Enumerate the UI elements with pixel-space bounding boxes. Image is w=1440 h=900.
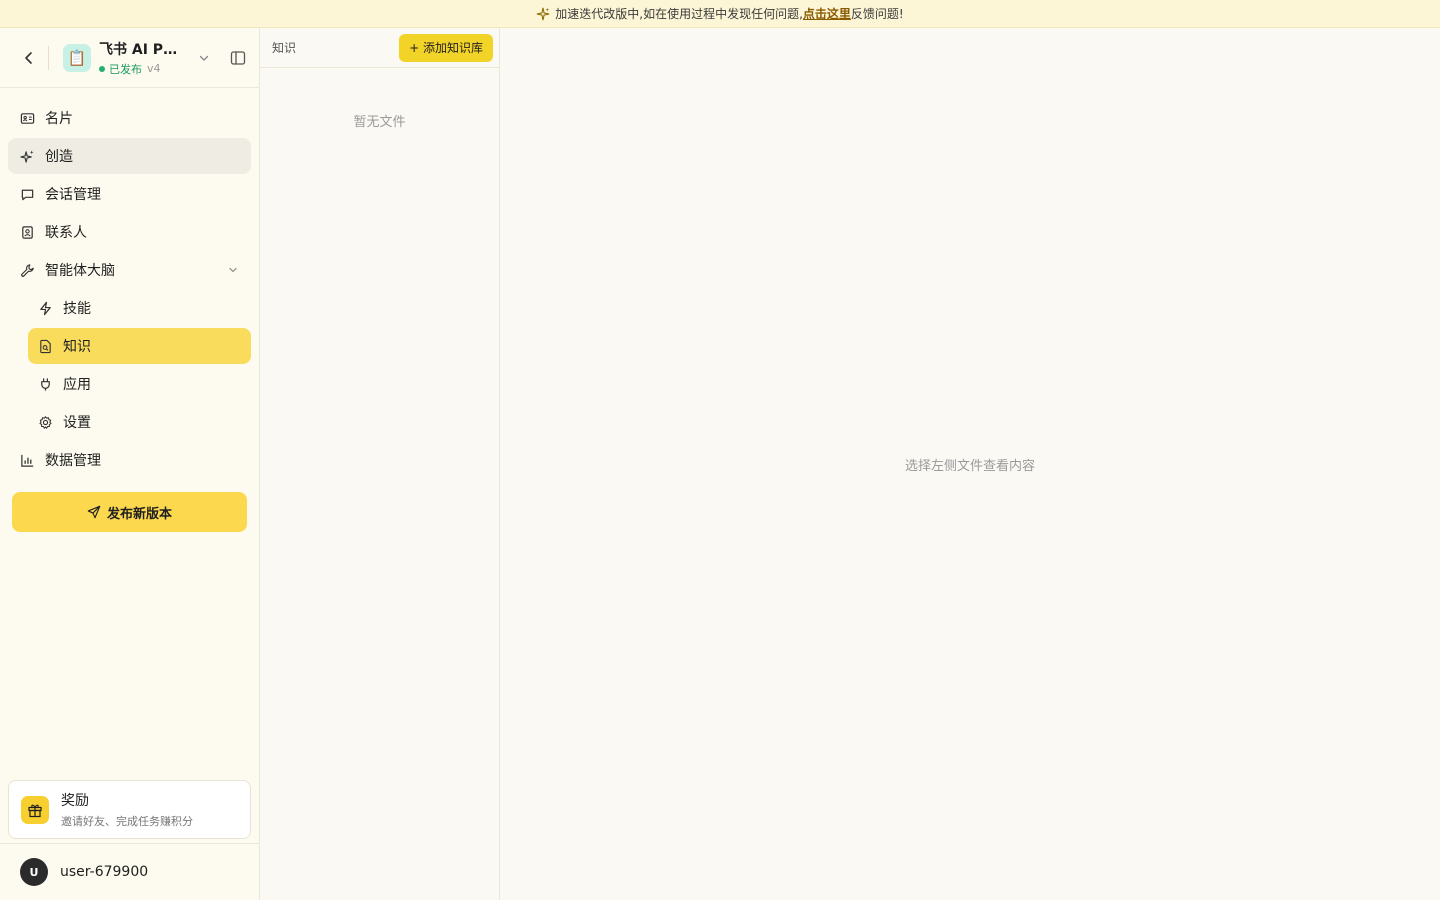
sidebar-item-label: 会话管理 [45, 187, 101, 203]
sidebar-item-label: 数据管理 [45, 453, 101, 469]
back-button[interactable] [16, 45, 42, 71]
sidebar-item-contacts[interactable]: 联系人 [8, 214, 251, 250]
sidebar-nav: 名片 创造 会话管理 联系人 智能体大脑 技能 知识 应用 设置 数据管理 发布… [0, 88, 259, 532]
sidebar-header: 📋 飞书 AI PM... 已发布 v4 [0, 28, 259, 88]
sidebar-item-label: 联系人 [45, 225, 87, 241]
id-card-icon [20, 112, 35, 124]
agent-avatar[interactable]: 📋 [63, 43, 91, 72]
version-text: v4 [147, 62, 161, 75]
reward-subtitle: 邀请好友、完成任务赚积分 [61, 815, 193, 828]
plug-icon [41, 377, 50, 391]
add-knowledge-button[interactable]: + 添加知识库 [399, 33, 493, 62]
agent-name: 飞书 AI PM... [99, 41, 187, 58]
top-banner: 加速迭代改版中,如在使用过程中发现任何问题, 点击这里 反馈问题! [0, 0, 1440, 28]
header-divider [48, 45, 49, 70]
file-search-icon [40, 339, 51, 353]
banner-text-before: 加速迭代改版中,如在使用过程中发现任何问题, [555, 7, 803, 21]
gift-icon [21, 795, 49, 824]
sidebar-item-label: 技能 [63, 301, 91, 317]
sidebar-item-label: 知识 [63, 339, 91, 355]
wrench-icon [21, 263, 34, 277]
sidebar-item-label: 智能体大脑 [45, 263, 115, 279]
chat-bubble-icon [21, 189, 34, 200]
user-name: user-679900 [60, 864, 149, 880]
reward-title: 奖励 [61, 793, 89, 809]
reward-card[interactable]: 奖励 邀请好友、完成任务赚积分 [8, 780, 251, 839]
user-profile[interactable]: U user-679900 [0, 843, 259, 900]
knowledge-panel: 知识 + 添加知识库 暂无文件 [260, 28, 500, 900]
avatar: U [20, 858, 48, 886]
sidebar-item-card[interactable]: 名片 [8, 100, 251, 136]
sidebar-item-create[interactable]: 创造 [8, 138, 251, 174]
bar-chart-icon [21, 454, 34, 467]
sidebar-item-settings[interactable]: 设置 [28, 404, 251, 440]
publish-button-label: 发布新版本 [106, 506, 172, 522]
sparkles-icon [20, 149, 34, 163]
content-viewer: 选择左侧文件查看内容 [500, 28, 1440, 900]
status-dot [99, 65, 105, 72]
gear-icon [39, 415, 52, 429]
sidebar-item-label: 创造 [45, 149, 73, 165]
sidebar-item-data[interactable]: 数据管理 [8, 442, 251, 478]
sidebar-item-conversations[interactable]: 会话管理 [8, 176, 251, 212]
reward-text: 奖励 邀请好友、完成任务赚积分 [61, 790, 193, 829]
sidebar-item-skills[interactable]: 技能 [28, 290, 251, 326]
agent-info[interactable]: 飞书 AI PM... 已发布 v4 [99, 39, 197, 77]
lightning-icon [40, 301, 51, 315]
sparkle-icon [537, 7, 550, 20]
publish-button[interactable]: 发布新版本 [12, 492, 247, 532]
banner-feedback-link[interactable]: 点击这里 [803, 5, 851, 22]
contact-icon [22, 225, 33, 239]
sidebar-item-knowledge[interactable]: 知识 [28, 328, 251, 364]
sidebar: 📋 飞书 AI PM... 已发布 v4 名片 创造 会话管理 联系人 智能体大… [0, 28, 260, 900]
content-placeholder: 选择左侧文件查看内容 [904, 458, 1035, 474]
banner-text-after: 反馈问题! [850, 7, 904, 21]
sidebar-item-label: 应用 [63, 377, 91, 393]
sidebar-item-label: 名片 [45, 111, 73, 127]
knowledge-panel-title: 知识 [272, 41, 297, 55]
chevron-down-icon [229, 267, 237, 273]
chevron-left-icon [25, 51, 32, 64]
sidebar-item-brain[interactable]: 智能体大脑 [8, 252, 251, 288]
chevron-down-icon[interactable] [197, 51, 211, 65]
agent-status: 已发布 v4 [99, 61, 197, 77]
empty-files-text: 暂无文件 [353, 115, 406, 130]
sidebar-toggle-icon[interactable] [229, 49, 247, 67]
sidebar-item-label: 设置 [63, 415, 91, 431]
knowledge-panel-header: 知识 + 添加知识库 [260, 28, 499, 68]
sidebar-item-apps[interactable]: 应用 [28, 366, 251, 402]
status-text: 已发布 [109, 62, 142, 76]
send-icon [87, 505, 101, 519]
